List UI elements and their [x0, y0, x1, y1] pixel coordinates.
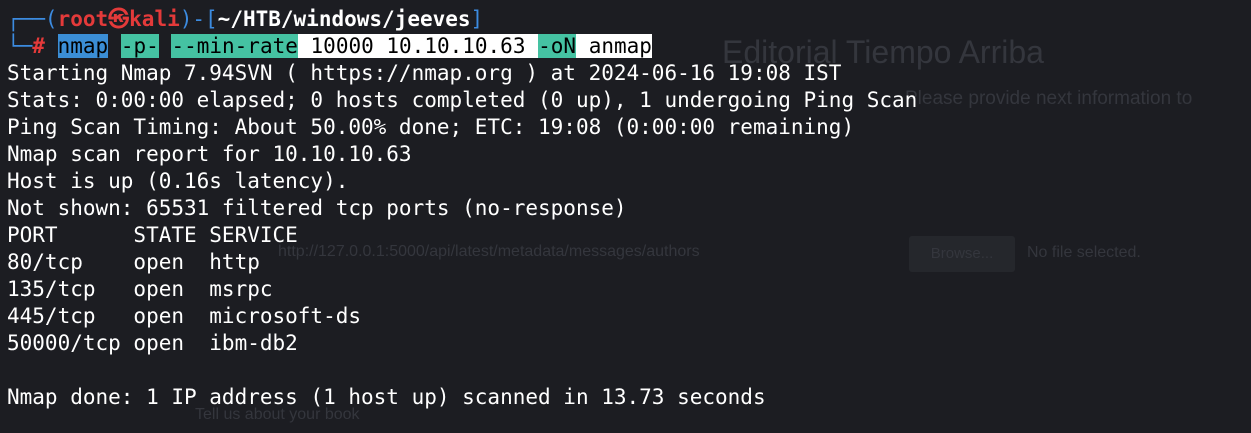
port-table-row: 135/tcp open msrpc [7, 277, 273, 301]
prompt-corner-bottom: └─ [7, 34, 33, 58]
prompt-header: ┌──(root㉿kali)-[~/HTB/windows/jeeves] [7, 6, 483, 33]
prompt-bracket-end: ] [470, 7, 484, 31]
command-token-argument: anmap [576, 34, 652, 58]
command-token-nmap: nmap [57, 34, 109, 58]
port-table-header: PORT STATE SERVICE [7, 223, 298, 247]
output-line: Starting Nmap 7.94SVN ( https://nmap.org… [7, 61, 842, 85]
command-line[interactable]: └─# nmap -p- --min-rate 10000 10.10.10.6… [7, 33, 652, 60]
output-line: Ping Scan Timing: About 50.00% done; ETC… [7, 115, 855, 139]
command-token-option: -p- [120, 34, 159, 58]
prompt-corner-top: ┌──( [7, 7, 58, 31]
port-table-row: 50000/tcp open ibm-db2 [7, 331, 298, 355]
skull-icon: ㉿ [108, 7, 130, 31]
command-token-argument-text: anmap [588, 34, 652, 58]
output-line: Nmap scan report for 10.10.10.63 [7, 142, 412, 166]
output-line: Nmap done: 1 IP address (1 host up) scan… [7, 385, 766, 409]
command-token-argument: 10000 10.10.10.63 [297, 34, 539, 58]
prompt-symbol: # [32, 34, 45, 58]
prompt-user: root [57, 7, 109, 31]
prompt-path: ~/HTB/windows/jeeves [217, 7, 471, 31]
command-token-argument-text: 10000 10.10.10.63 [310, 34, 526, 58]
output-line: Stats: 0:00:00 elapsed; 0 hosts complete… [7, 88, 918, 112]
prompt-host: kali [129, 7, 180, 31]
terminal-window[interactable]: ┌──(root㉿kali)-[~/HTB/windows/jeeves] └─… [0, 0, 1251, 433]
prompt-bracket: )-[ [179, 7, 218, 31]
output-line: Host is up (0.16s latency). [7, 169, 349, 193]
output-line: Not shown: 65531 filtered tcp ports (no-… [7, 196, 627, 220]
port-table-row: 445/tcp open microsoft-ds [7, 304, 362, 328]
command-token-option: --min-rate [171, 34, 298, 58]
port-table-row: 80/tcp open http [7, 250, 260, 274]
command-token-option: -oN [538, 34, 577, 58]
